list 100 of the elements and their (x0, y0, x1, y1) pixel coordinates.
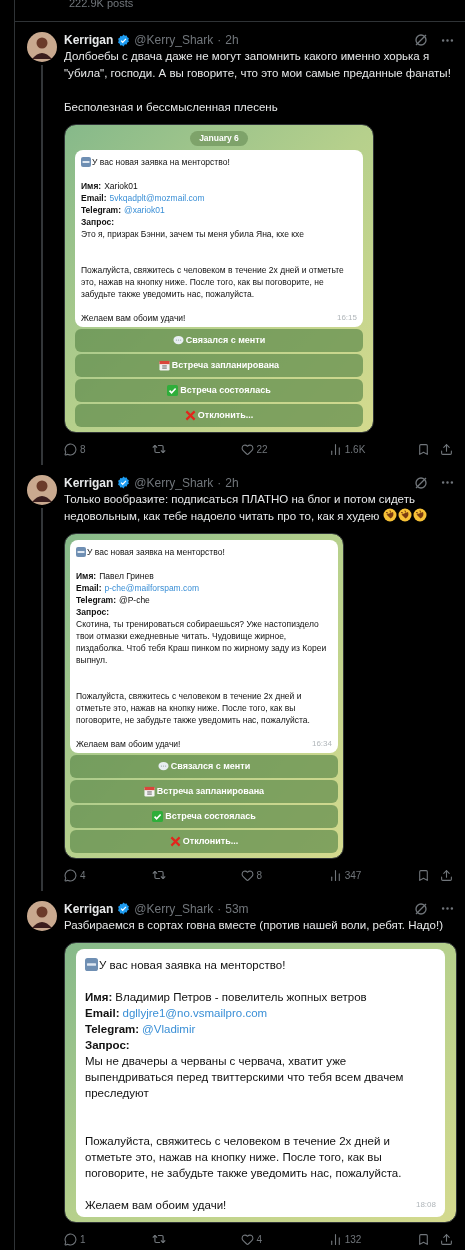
post-time[interactable]: 53m (225, 900, 249, 917)
field-link[interactable]: p-che@mailforspam.com (104, 581, 200, 594)
heart-icon[interactable] (240, 1232, 254, 1246)
author-name[interactable]: Kerrigan (64, 32, 114, 48)
new-badge-icon (81, 156, 91, 167)
inline-button[interactable]: Встреча состоялась (75, 378, 363, 402)
reply-count: 1 (80, 1232, 86, 1247)
like-count: 4 (256, 1232, 263, 1247)
message-closing: Желаем вам обоим удачи! (81, 311, 186, 324)
heart-icon[interactable] (240, 868, 254, 882)
author-handle[interactable]: @Kerry_Shark (134, 900, 214, 917)
post-time[interactable]: 2h (225, 32, 239, 48)
author-name[interactable]: Kerrigan (64, 900, 114, 917)
field-link[interactable]: @Vladimir (142, 1020, 196, 1037)
post-text: Долбоебы с двача даже не могут запомнить какого именно хорька я "убила", господи. А вы говорите, что это мои самые преданные фанаты! (64, 49, 452, 81)
message-closing: Желаем вам обоим удачи! (85, 1197, 227, 1213)
new-badge-icon (76, 546, 86, 557)
share-icon[interactable] (440, 442, 453, 456)
checkmark-icon (167, 384, 179, 396)
heart-icon[interactable] (240, 442, 254, 456)
message-title: У вас новая заявка на менторство! (99, 957, 286, 973)
reply-icon[interactable] (64, 1232, 77, 1246)
field-link[interactable]: 5vkqadplt@mozmail.com (109, 191, 205, 204)
date-pill: January 6 (190, 131, 248, 146)
separator-dot: · (217, 32, 222, 48)
field-label: Telegram: (81, 203, 121, 216)
avatar[interactable] (27, 32, 57, 62)
request-label: Запрос: (85, 1037, 131, 1053)
field-value: @P-che (119, 593, 150, 606)
share-icon[interactable] (440, 868, 453, 882)
field-label: Telegram: (76, 593, 116, 606)
view-count: 1.6K (344, 442, 366, 457)
field-label: Имя: (76, 569, 97, 582)
message-closing: Желаем вам обоим удачи! (76, 737, 181, 750)
field-value: Владимир Петров - повелитель жопных ветров (115, 989, 367, 1005)
field-label: Email: (76, 581, 102, 594)
post-text: Разбираемся в сортах говна вместе (против нашей воли, ребят. Надо!) (64, 917, 444, 933)
laughing-face-icon (382, 507, 397, 522)
calendar-icon (158, 359, 170, 371)
laughing-face-icon (397, 507, 412, 522)
like-count: 8 (256, 868, 263, 883)
field-link[interactable]: dgllyjre1@no.vsmailpro.com (122, 1004, 268, 1021)
calendar-icon (143, 785, 155, 797)
cross-icon (169, 835, 181, 847)
share-icon[interactable] (440, 1232, 453, 1246)
avatar[interactable] (27, 900, 57, 931)
reply-count: 4 (80, 868, 86, 883)
request-label: Запрос: (76, 605, 111, 618)
inline-button[interactable]: Отклонить... (75, 403, 363, 427)
inline-button[interactable]: Встреча запланирована (75, 353, 363, 377)
field-value: Xariok01 (104, 179, 138, 192)
separator-dot: · (217, 900, 222, 917)
message-title: У вас новая заявка на менторство! (87, 545, 225, 558)
request-text: Мы не двачеры а черваны с червача, хватит уже выпендриваться перед твиттерскими что тебя всем двачем преследуют (85, 1053, 405, 1101)
bar-chart-icon[interactable] (328, 868, 342, 882)
message-time: 18:08 (415, 1198, 436, 1211)
inline-button[interactable]: Встреча запланирована (70, 779, 338, 803)
author-handle[interactable]: @Kerry_Shark (134, 474, 214, 491)
author-handle[interactable]: @Kerry_Shark (134, 32, 214, 48)
message-body: Пожалуйста, свяжитесь с человеком в течение 2х дней и отметьте это, нажав на кнопку ниже. После того, как вы поговорите, не забудьте также уведомить нас, пожалуйста. (81, 263, 345, 300)
cross-icon (184, 409, 196, 421)
checkmark-icon (152, 810, 164, 822)
field-link[interactable]: @xariok01 (124, 203, 165, 216)
field-label: Telegram: (85, 1021, 140, 1037)
separator-dot: · (217, 474, 222, 491)
bar-chart-icon[interactable] (328, 442, 342, 456)
bookmark-icon[interactable] (417, 442, 430, 456)
message-body: Пожалуйста, свяжитесь с человеком в течение 2х дней и отметьте это, нажав на кнопку ниже. После того, как вы поговорите, не забудьте также уведомить нас, пожалуйста. (76, 689, 311, 726)
post-count: 222.9K posts (69, 0, 134, 9)
field-label: Имя: (81, 179, 102, 192)
field-value: Павел Гринев (99, 569, 154, 582)
avatar[interactable] (27, 474, 57, 505)
field-label: Email: (85, 1005, 120, 1021)
request-text: Это я, призрак Бэнни, зачем ты меня убила Яна, кхе кхе (81, 227, 305, 240)
like-count: 22 (256, 442, 268, 457)
reply-icon[interactable] (64, 442, 77, 456)
inline-button[interactable]: Отклонить... (70, 829, 338, 853)
new-badge-icon (85, 958, 98, 972)
request-label: Запрос: (81, 215, 116, 228)
reply-icon[interactable] (64, 868, 77, 882)
message-title: У вас новая заявка на менторство! (92, 155, 230, 168)
speech-bubble-icon (172, 334, 184, 346)
bookmark-icon[interactable] (417, 868, 430, 882)
author-name[interactable]: Kerrigan (64, 474, 114, 491)
post-text: Только вообразите: подписаться ПЛАТНО на блог и потом сидеть недовольным, как тебе надоело читать про то, как я худею (64, 490, 455, 525)
message-body: Пожалуйста, свяжитесь с человеком в течение 2х дней и отметьте это, нажав на кнопку ниже. После того, как вы поговорите, не забудьте также уведомить нас, пожалуйста. (85, 1133, 403, 1181)
inline-button[interactable]: Встреча состоялась (70, 804, 338, 828)
bar-chart-icon[interactable] (328, 1232, 342, 1246)
reply-count: 8 (80, 442, 86, 457)
view-count: 132 (344, 1232, 362, 1247)
bookmark-icon[interactable] (417, 1232, 430, 1246)
post-time[interactable]: 2h (225, 474, 239, 491)
message-time: 16:15 (336, 311, 357, 324)
speech-bubble-icon (157, 760, 169, 772)
inline-button[interactable]: Связался с менти (70, 754, 338, 778)
inline-button[interactable]: Связался с менти (75, 328, 363, 352)
field-label: Email: (81, 191, 107, 204)
request-text: Скотина, ты тренироваться собираешься? Уже настопиздело твои отмазки ежедневные читать. Чудовище жирное, пиздаболка. Чтоб тебя Краш пинком по жирному заду из Кореи выпнул. (76, 617, 328, 666)
laughing-face-icon (412, 507, 427, 522)
message-time: 16:34 (311, 737, 332, 750)
